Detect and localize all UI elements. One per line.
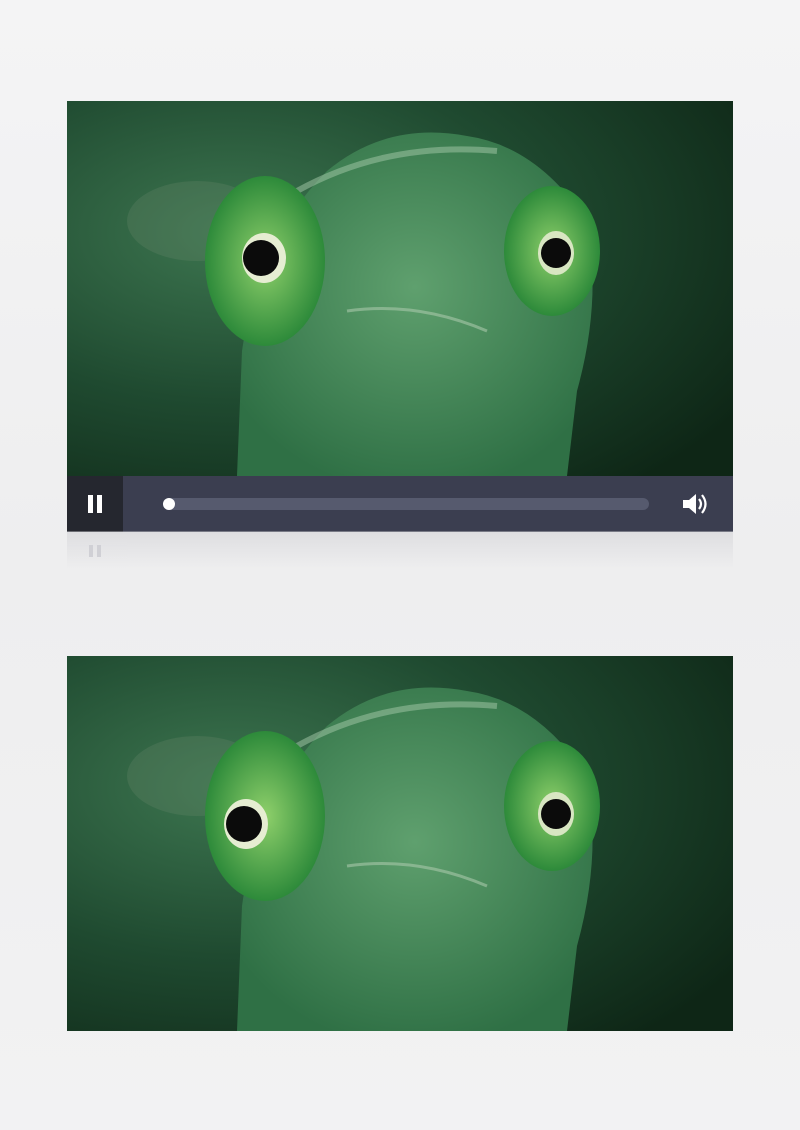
volume-icon[interactable]: [681, 491, 709, 517]
video-player: [67, 101, 733, 532]
video-frame[interactable]: [67, 101, 733, 476]
player-controls: [67, 476, 733, 532]
progress-knob[interactable]: [163, 498, 175, 510]
pause-button[interactable]: [67, 476, 123, 532]
controls-reflection: [67, 531, 733, 569]
progress-track[interactable]: [163, 498, 649, 510]
chameleon-image: [67, 656, 733, 1031]
video-still-frame: [67, 656, 733, 1031]
chameleon-image: [67, 101, 733, 476]
pause-icon: [88, 495, 93, 513]
